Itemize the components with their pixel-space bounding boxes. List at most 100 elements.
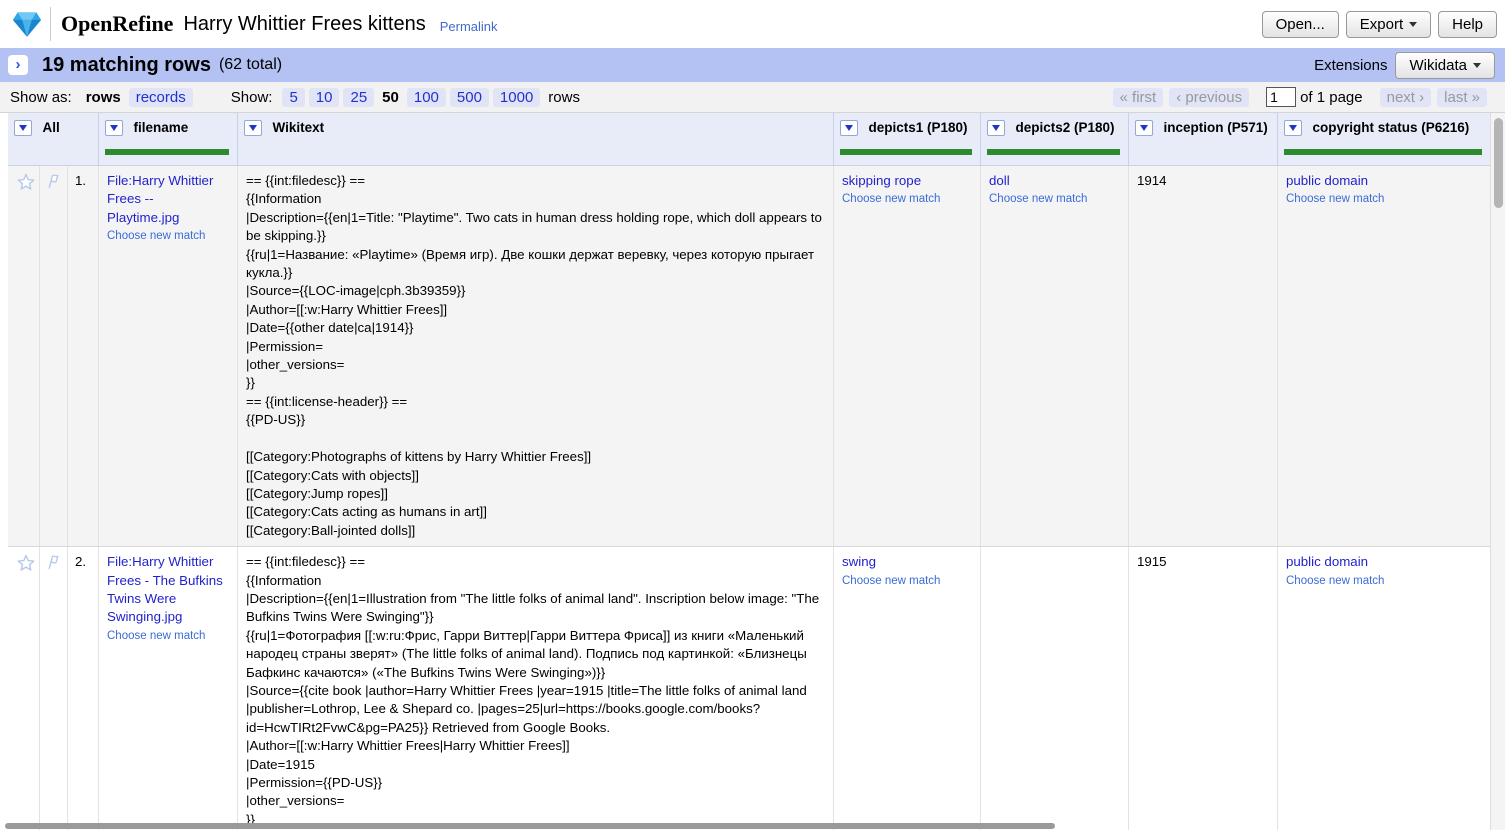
page-number-input[interactable]	[1266, 87, 1296, 107]
inception-cell[interactable]: 1915	[1128, 547, 1277, 830]
column-menu-button[interactable]	[105, 120, 123, 136]
copyright-status-link[interactable]: public domain	[1286, 553, 1482, 571]
reconcile-progress-bar	[840, 149, 972, 155]
export-button[interactable]: Export	[1346, 11, 1431, 38]
column-menu-button[interactable]	[244, 120, 262, 136]
flag-icon	[45, 173, 62, 189]
depicts1-link[interactable]: skipping rope	[842, 172, 972, 190]
expand-facets-button[interactable]: ›	[8, 55, 28, 75]
page-size-5-link[interactable]: 5	[282, 88, 304, 107]
pagination-last-button[interactable]: last »	[1437, 88, 1487, 107]
export-button-label: Export	[1360, 16, 1403, 33]
wikitext-cell[interactable]: == {{int:filedesc}} == {{Information |De…	[237, 547, 833, 830]
chevron-down-icon	[1473, 63, 1481, 68]
column-header-label: filename	[133, 120, 188, 135]
choose-new-match-link[interactable]: Choose new match	[107, 229, 229, 244]
choose-new-match-link[interactable]: Choose new match	[1286, 574, 1482, 589]
column-header-wikitext: Wikitext	[237, 113, 833, 165]
chevron-down-icon	[1140, 125, 1148, 131]
depicts1-cell: swing Choose new match	[833, 547, 980, 830]
chevron-down-icon	[249, 125, 257, 131]
logo-divider	[50, 7, 51, 41]
column-menu-button[interactable]	[14, 120, 32, 136]
depicts1-cell: skipping rope Choose new match	[833, 166, 980, 546]
page-size-500-link[interactable]: 500	[450, 88, 489, 107]
column-header-all: All	[8, 113, 98, 165]
show-as-label: Show as:	[10, 89, 72, 106]
page-size-10-link[interactable]: 10	[309, 88, 340, 107]
wikidata-extension-button[interactable]: Wikidata	[1395, 52, 1495, 79]
choose-new-match-link[interactable]: Choose new match	[842, 574, 972, 589]
star-toggle[interactable]	[8, 166, 39, 546]
chevron-down-icon	[19, 125, 27, 131]
show-as-records-link[interactable]: records	[129, 88, 193, 107]
row-index: 2.	[67, 547, 98, 830]
flag-toggle[interactable]	[39, 547, 67, 830]
chevron-down-icon	[1289, 125, 1297, 131]
table-row: 1. File:Harry Whittier Frees -- Playtime…	[8, 166, 1490, 547]
page-size-label: Show:	[231, 89, 273, 106]
column-menu-button[interactable]	[987, 120, 1005, 136]
column-header-depicts2: depicts2 (P180)	[980, 113, 1128, 165]
star-toggle[interactable]	[8, 547, 39, 830]
page-size-50-selected[interactable]: 50	[382, 89, 399, 106]
choose-new-match-link[interactable]: Choose new match	[842, 192, 972, 207]
pagination-previous-button[interactable]: ‹ previous	[1169, 88, 1249, 107]
copyright-status-link[interactable]: public domain	[1286, 172, 1482, 190]
depicts2-cell	[980, 547, 1128, 830]
project-title: Harry Whittier Frees kittens	[183, 13, 425, 36]
depicts1-link[interactable]: swing	[842, 553, 972, 571]
view-controls-bar: Show as: rows records Show: 5 10 25 50 1…	[0, 82, 1505, 113]
matching-rows-count: 19 matching rows	[42, 54, 211, 77]
depicts2-link[interactable]: doll	[989, 172, 1120, 190]
app-name: OpenRefine	[61, 11, 173, 37]
filename-link[interactable]: File:Harry Whittier Frees -- Playtime.jp…	[107, 172, 229, 227]
horizontal-scrollbar[interactable]	[0, 822, 1490, 830]
page-size-1000-link[interactable]: 1000	[493, 88, 540, 107]
column-menu-button[interactable]	[1284, 120, 1302, 136]
page-size-suffix: rows	[548, 89, 580, 106]
pagination-first-button[interactable]: « first	[1113, 88, 1164, 107]
choose-new-match-link[interactable]: Choose new match	[1286, 192, 1482, 207]
copyright-status-cell: public domain Choose new match	[1277, 166, 1490, 546]
open-button[interactable]: Open...	[1262, 11, 1339, 38]
filename-link[interactable]: File:Harry Whittier Frees - The Bufkins …	[107, 553, 229, 627]
column-header-copyright-status: copyright status (P6216)	[1277, 113, 1490, 165]
column-header-label: All	[42, 120, 59, 135]
wikitext-cell[interactable]: == {{int:filedesc}} == {{Information |De…	[237, 166, 833, 546]
inception-cell[interactable]: 1914	[1128, 166, 1277, 546]
data-table: All filename Wikitext depicts1 (P180) de…	[0, 113, 1490, 830]
total-rows-count: (62 total)	[219, 56, 282, 74]
horizontal-scrollbar-thumb[interactable]	[5, 823, 1055, 829]
chevron-down-icon	[110, 125, 118, 131]
chevron-down-icon	[845, 125, 853, 131]
vertical-scrollbar[interactable]	[1490, 113, 1505, 830]
page-size-25-link[interactable]: 25	[343, 88, 374, 107]
chevron-down-icon	[992, 125, 1000, 131]
reconcile-progress-bar	[105, 149, 229, 155]
table-row: 2. File:Harry Whittier Frees - The Bufki…	[8, 547, 1490, 830]
choose-new-match-link[interactable]: Choose new match	[989, 192, 1120, 207]
column-header-inception: inception (P571)	[1128, 113, 1277, 165]
flag-toggle[interactable]	[39, 166, 67, 546]
reconcile-progress-bar	[987, 149, 1120, 155]
column-header-label: depicts2 (P180)	[1015, 120, 1114, 135]
column-menu-button[interactable]	[840, 120, 858, 136]
permalink-link[interactable]: Permalink	[440, 19, 498, 34]
wikidata-extension-label: Wikidata	[1409, 57, 1467, 74]
choose-new-match-link[interactable]: Choose new match	[107, 629, 229, 644]
pagination-next-button[interactable]: next ›	[1380, 88, 1432, 107]
column-header-label: copyright status (P6216)	[1312, 120, 1469, 135]
table-header-row: All filename Wikitext depicts1 (P180) de…	[8, 113, 1490, 166]
help-button[interactable]: Help	[1438, 11, 1497, 38]
copyright-status-cell: public domain Choose new match	[1277, 547, 1490, 830]
vertical-scrollbar-thumb[interactable]	[1494, 118, 1503, 208]
star-icon	[17, 173, 35, 190]
summary-bar: › 19 matching rows (62 total) Extensions…	[0, 48, 1505, 82]
column-menu-button[interactable]	[1135, 120, 1153, 136]
page-size-100-link[interactable]: 100	[407, 88, 446, 107]
depicts2-cell: doll Choose new match	[980, 166, 1128, 546]
show-as-rows-selected[interactable]: rows	[86, 89, 121, 106]
column-header-depicts1: depicts1 (P180)	[833, 113, 980, 165]
reconcile-progress-bar	[1284, 149, 1482, 155]
